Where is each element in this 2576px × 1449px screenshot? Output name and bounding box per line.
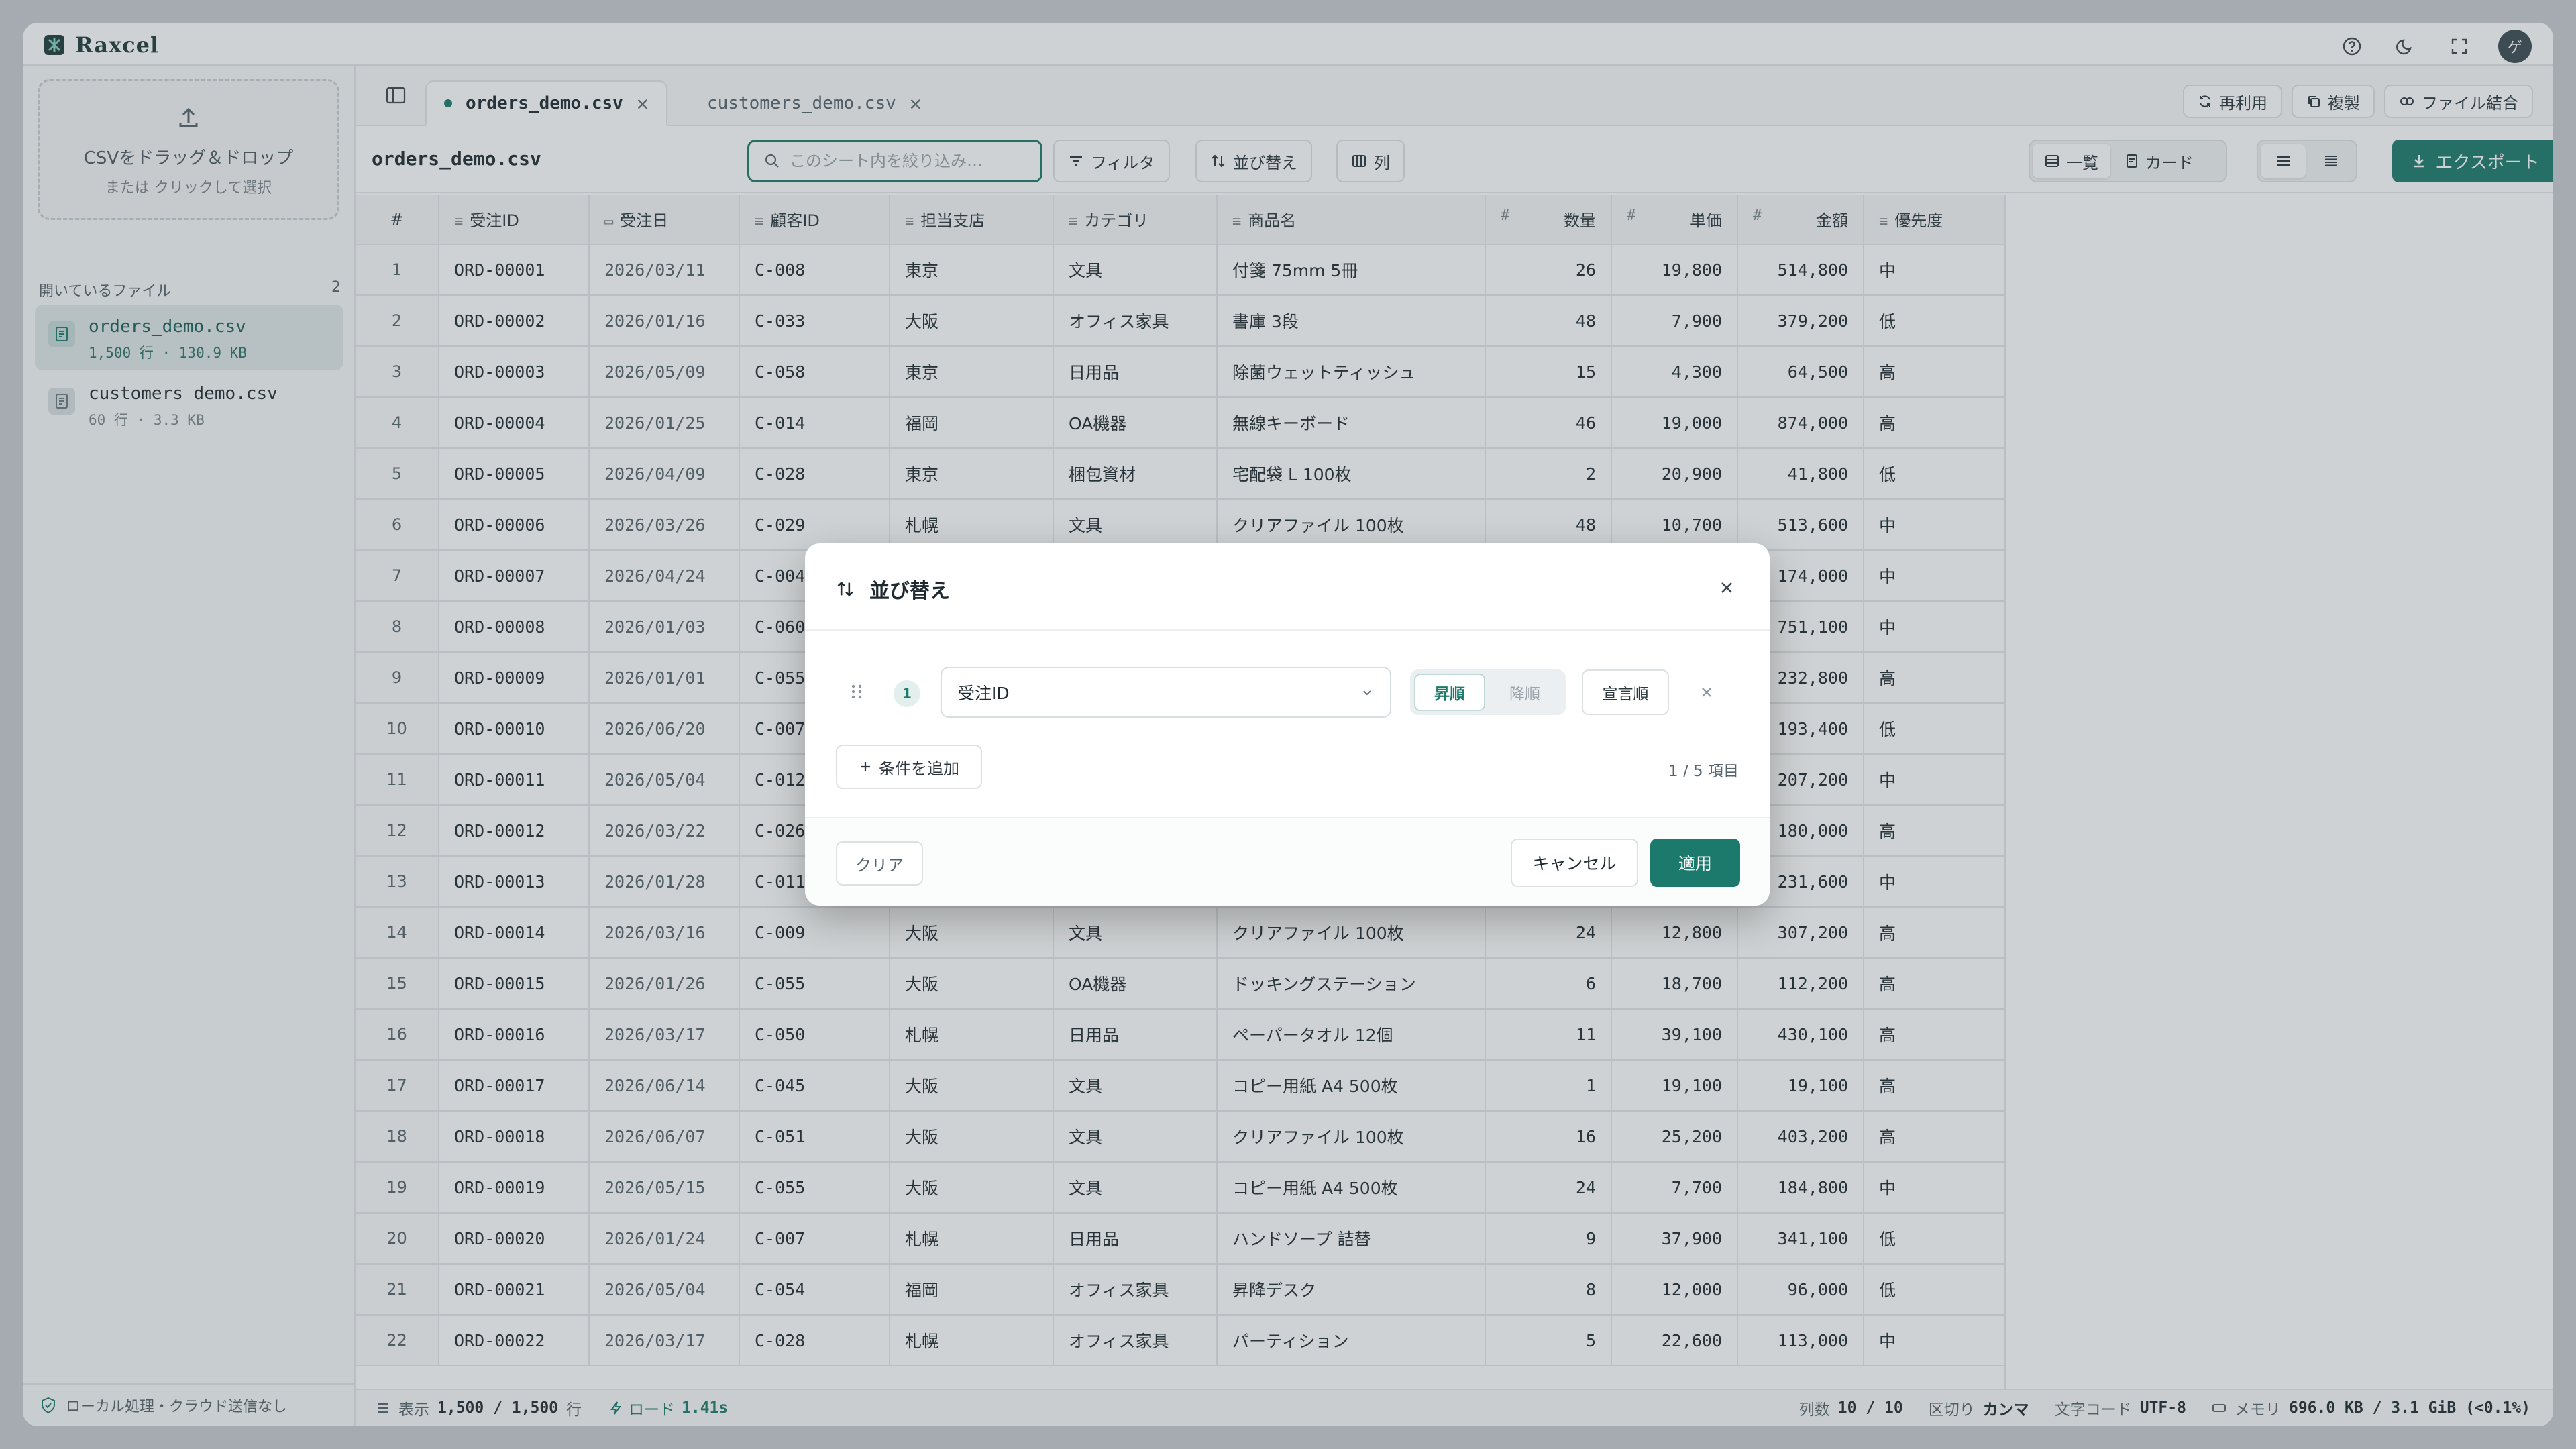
cancel-button[interactable]: キャンセル	[1511, 839, 1638, 887]
add-condition-label: 条件を追加	[879, 759, 959, 778]
sort-field-select[interactable]: 受注ID	[941, 667, 1391, 718]
apply-button[interactable]: 適用	[1650, 839, 1740, 887]
clear-button[interactable]: クリア	[836, 841, 923, 885]
descending-button[interactable]: 降順	[1489, 674, 1560, 711]
dialog-header: 並び替え	[805, 543, 1770, 631]
close-icon[interactable]	[1715, 576, 1739, 600]
sort-field-value: 受注ID	[958, 684, 1010, 703]
sort-rule-row: 1 受注ID 昇順 降順 宣言順	[845, 667, 1737, 718]
dialog-title: 並び替え	[869, 580, 950, 603]
rule-number-badge: 1	[894, 680, 920, 707]
chevron-down-icon	[1363, 690, 1371, 696]
drag-handle-icon[interactable]	[845, 680, 868, 703]
remove-rule-icon[interactable]	[1695, 680, 1719, 704]
dialog-footer: クリア キャンセル 適用	[805, 817, 1770, 906]
rule-count: 1 / 5 項目	[1668, 763, 1739, 780]
declared-order-button[interactable]: 宣言順	[1582, 669, 1669, 715]
add-condition-button[interactable]: 条件を追加	[836, 745, 982, 789]
sort-icon	[837, 581, 853, 597]
ascending-button[interactable]: 昇順	[1414, 674, 1485, 711]
plus-icon	[861, 762, 870, 771]
sort-dialog: 並び替え 1 受注ID 昇順 降順 宣言順 条件を追加 1 / 5 項目 クリア	[805, 543, 1770, 906]
sort-order-toggle: 昇順 降順	[1410, 669, 1566, 715]
